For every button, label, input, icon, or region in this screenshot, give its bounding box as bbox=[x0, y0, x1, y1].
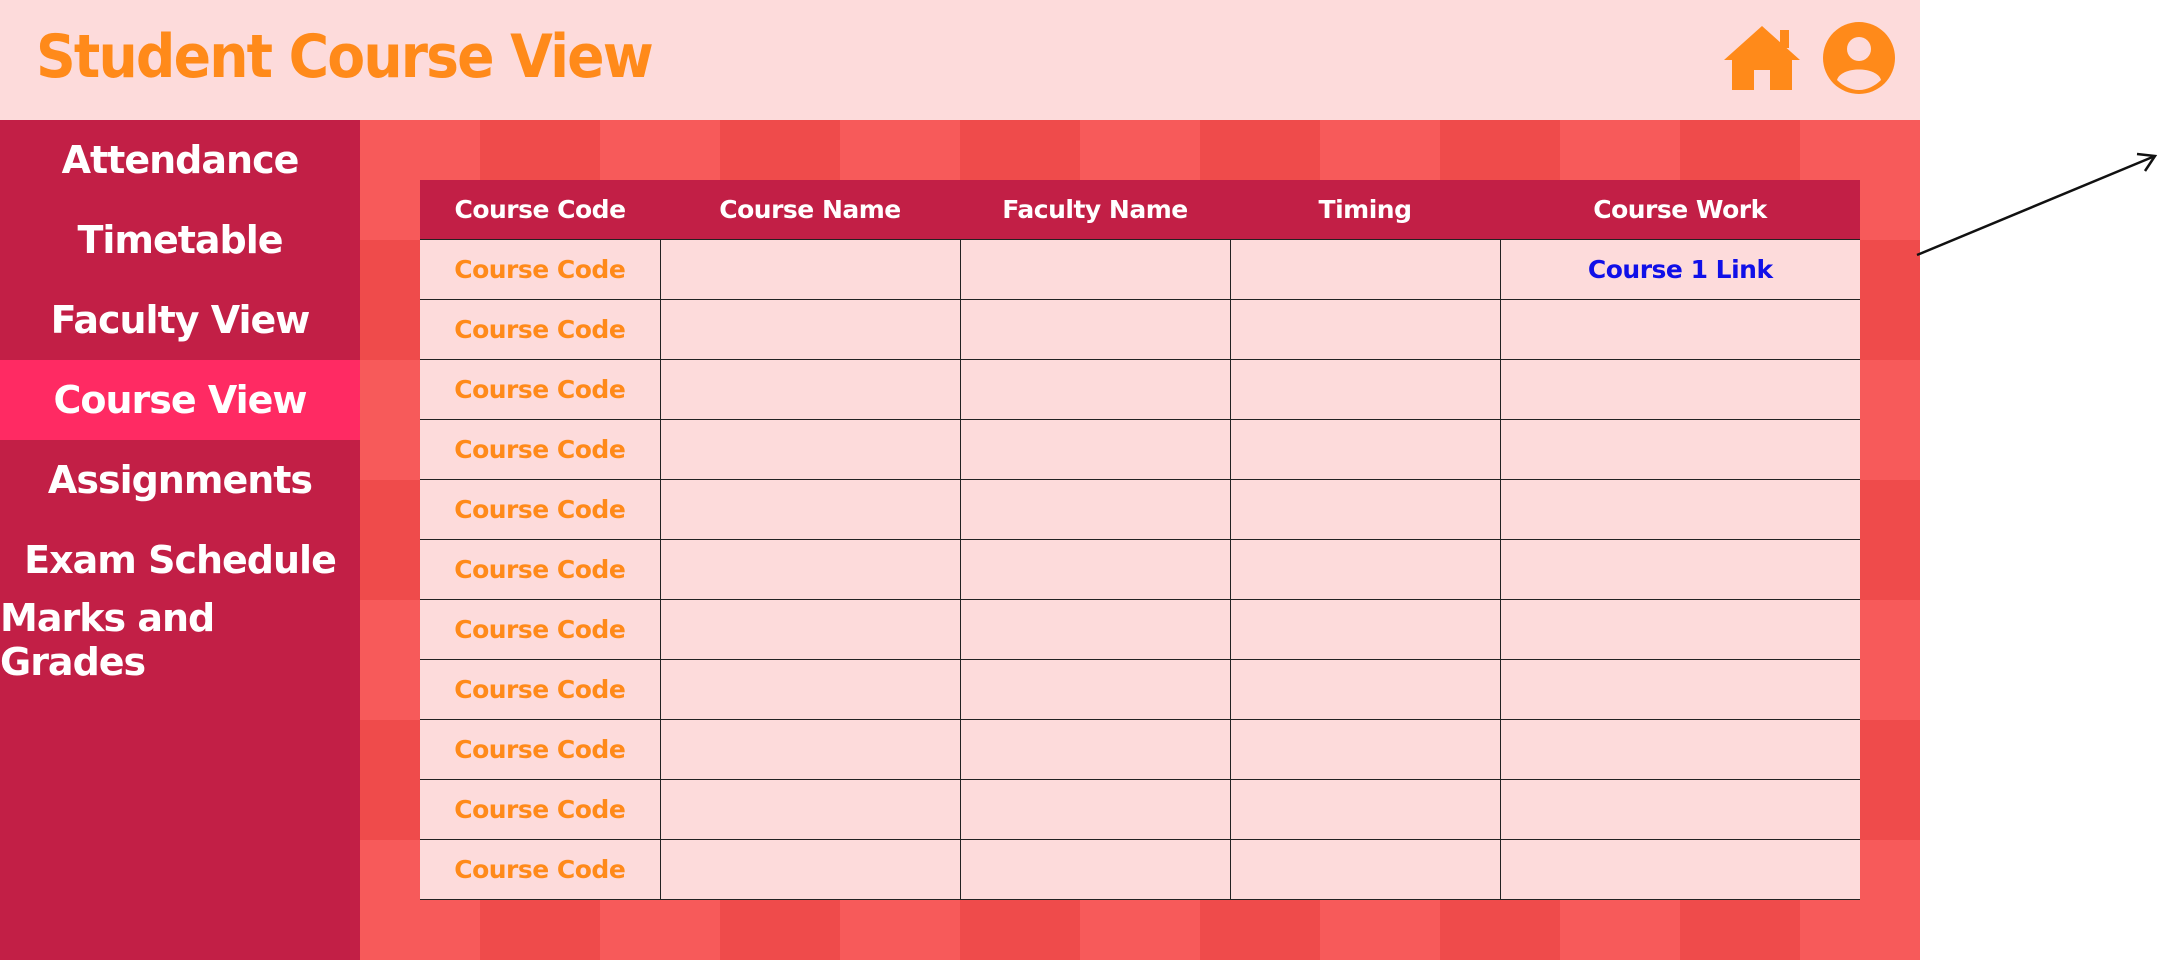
table-row: Course Code Course 1 Link bbox=[420, 239, 1860, 300]
faculty-name-cell bbox=[959, 299, 1231, 360]
faculty-name-cell bbox=[959, 839, 1231, 900]
sidebar-nav: Attendance Timetable Faculty View Course… bbox=[0, 120, 360, 960]
timing-cell bbox=[1229, 659, 1501, 720]
column-header-course-name: Course Name bbox=[660, 180, 960, 240]
sidebar-item-marks-and-grades[interactable]: Marks and Grades bbox=[0, 596, 360, 684]
course-name-cell bbox=[659, 839, 961, 900]
timing-cell bbox=[1229, 419, 1501, 480]
main-content: Course Code Course Name Faculty Name Tim… bbox=[360, 120, 1920, 960]
sidebar-item-attendance[interactable]: Attendance bbox=[0, 120, 360, 200]
column-header-timing: Timing bbox=[1230, 180, 1500, 240]
sidebar-item-assignments[interactable]: Assignments bbox=[0, 440, 360, 520]
faculty-name-cell bbox=[959, 719, 1231, 780]
faculty-name-cell bbox=[959, 359, 1231, 420]
column-header-course-work: Course Work bbox=[1500, 180, 1860, 240]
faculty-name-cell bbox=[959, 419, 1231, 480]
timing-cell bbox=[1229, 839, 1501, 900]
column-header-faculty-name: Faculty Name bbox=[960, 180, 1230, 240]
course-name-cell bbox=[659, 659, 961, 720]
timing-cell bbox=[1229, 539, 1501, 600]
annotation-arrow bbox=[1916, 152, 2158, 257]
timing-cell bbox=[1229, 719, 1501, 780]
table-row: Course Code bbox=[420, 839, 1860, 900]
app-window: Student Course View Attendance Timetable… bbox=[0, 0, 1920, 960]
course-name-cell bbox=[659, 599, 961, 660]
faculty-name-cell bbox=[959, 659, 1231, 720]
course-code-cell: Course Code bbox=[420, 359, 661, 420]
faculty-name-cell bbox=[959, 479, 1231, 540]
timing-cell bbox=[1229, 779, 1501, 840]
course-name-cell bbox=[659, 299, 961, 360]
course-code-cell: Course Code bbox=[420, 839, 661, 900]
course-code-cell: Course Code bbox=[420, 299, 661, 360]
course-work-cell bbox=[1499, 539, 1860, 600]
course-work-cell bbox=[1499, 419, 1860, 480]
course-work-cell bbox=[1499, 479, 1860, 540]
course-work-cell bbox=[1499, 779, 1860, 840]
table-row: Course Code bbox=[420, 659, 1860, 720]
course-code-cell: Course Code bbox=[420, 239, 661, 300]
sidebar-item-faculty-view[interactable]: Faculty View bbox=[0, 280, 360, 360]
course-work-link[interactable]: Course 1 Link bbox=[1499, 239, 1860, 300]
faculty-name-cell bbox=[959, 779, 1231, 840]
header-bar: Student Course View bbox=[0, 0, 1920, 120]
course-table-container: Course Code Course Name Faculty Name Tim… bbox=[420, 180, 1860, 900]
course-name-cell bbox=[659, 359, 961, 420]
course-work-cell bbox=[1499, 599, 1860, 660]
timing-cell bbox=[1229, 239, 1501, 300]
course-code-cell: Course Code bbox=[420, 479, 661, 540]
table-header-row: Course Code Course Name Faculty Name Tim… bbox=[420, 180, 1860, 240]
timing-cell bbox=[1229, 479, 1501, 540]
course-work-cell bbox=[1499, 359, 1860, 420]
course-work-cell bbox=[1499, 659, 1860, 720]
table-row: Course Code bbox=[420, 779, 1860, 840]
course-name-cell bbox=[659, 479, 961, 540]
course-name-cell bbox=[659, 419, 961, 480]
course-name-cell bbox=[659, 239, 961, 300]
course-code-cell: Course Code bbox=[420, 779, 661, 840]
table-row: Course Code bbox=[420, 479, 1860, 540]
course-work-cell bbox=[1499, 299, 1860, 360]
home-icon[interactable] bbox=[1722, 24, 1802, 92]
course-code-cell: Course Code bbox=[420, 659, 661, 720]
user-profile-icon[interactable] bbox=[1823, 22, 1895, 94]
table-row: Course Code bbox=[420, 539, 1860, 600]
table-row: Course Code bbox=[420, 419, 1860, 480]
course-code-cell: Course Code bbox=[420, 719, 661, 780]
course-work-cell bbox=[1499, 719, 1860, 780]
timing-cell bbox=[1229, 299, 1501, 360]
course-code-cell: Course Code bbox=[420, 419, 661, 480]
table-row: Course Code bbox=[420, 359, 1860, 420]
course-name-cell bbox=[659, 779, 961, 840]
course-table: Course Code Course Name Faculty Name Tim… bbox=[420, 180, 1860, 900]
sidebar-item-exam-schedule[interactable]: Exam Schedule bbox=[0, 520, 360, 600]
faculty-name-cell bbox=[959, 539, 1231, 600]
timing-cell bbox=[1229, 359, 1501, 420]
faculty-name-cell bbox=[959, 599, 1231, 660]
course-name-cell bbox=[659, 539, 961, 600]
course-code-cell: Course Code bbox=[420, 599, 661, 660]
timing-cell bbox=[1229, 599, 1501, 660]
column-header-course-code: Course Code bbox=[420, 180, 660, 240]
table-row: Course Code bbox=[420, 299, 1860, 360]
sidebar-item-timetable[interactable]: Timetable bbox=[0, 200, 360, 280]
table-row: Course Code bbox=[420, 719, 1860, 780]
faculty-name-cell bbox=[959, 239, 1231, 300]
course-code-cell: Course Code bbox=[420, 539, 661, 600]
page-title: Student Course View bbox=[36, 22, 654, 92]
course-work-cell bbox=[1499, 839, 1860, 900]
table-row: Course Code bbox=[420, 599, 1860, 660]
course-name-cell bbox=[659, 719, 961, 780]
sidebar-item-course-view[interactable]: Course View bbox=[0, 360, 360, 440]
